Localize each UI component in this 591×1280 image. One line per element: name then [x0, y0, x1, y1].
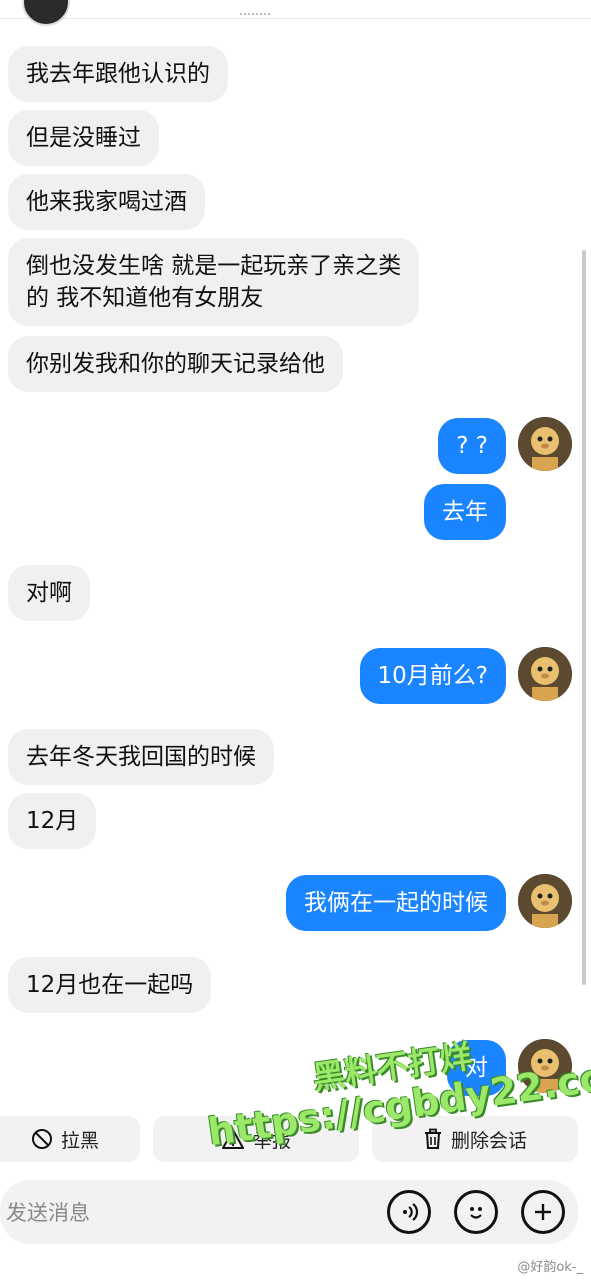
plus-icon — [535, 1204, 551, 1220]
my-avatar[interactable] — [518, 874, 572, 928]
message-incoming: 去年冬天我回国的时候 — [8, 729, 274, 785]
message-outgoing: 我俩在一起的时候 — [286, 875, 506, 931]
delete-label: 删除会话 — [450, 1129, 527, 1152]
message-outgoing: ? ? — [438, 418, 506, 474]
emoji-icon — [470, 1207, 482, 1219]
my-avatar[interactable] — [518, 417, 572, 471]
trash-icon — [424, 1128, 441, 1149]
emoji-button[interactable] — [454, 1190, 498, 1234]
plus-button[interactable] — [521, 1190, 565, 1234]
message-incoming: 但是没睡过 — [8, 110, 159, 166]
contact-avatar[interactable] — [22, 0, 70, 26]
chat-header — [0, 0, 591, 26]
message-incoming: 你别发我和你的聊天记录给他 — [8, 336, 343, 392]
message-incoming: 对啊 — [8, 565, 90, 621]
block-label: 拉黑 — [60, 1129, 99, 1152]
message-incoming: 12月 — [8, 793, 97, 849]
avatar-image — [518, 874, 572, 928]
avatar-image — [518, 647, 572, 701]
scrollbar[interactable] — [582, 250, 586, 985]
header-divider — [240, 13, 270, 18]
message-incoming: 倒也没发生啥 就是一起玩亲了亲之类 的 我不知道他有女朋友 — [8, 238, 420, 326]
block-icon — [31, 1129, 52, 1149]
voice-icon — [403, 1203, 419, 1221]
message-incoming: 我去年跟他认识的 — [8, 46, 228, 102]
message-incoming: 12月也在一起吗 — [8, 957, 212, 1013]
message-incoming: 他来我家喝过酒 — [8, 174, 205, 230]
credit-text: @好韵ok-_ — [517, 1260, 583, 1275]
message-composer — [0, 1180, 578, 1244]
message-outgoing: 10月前么? — [359, 648, 506, 704]
voice-button[interactable] — [387, 1190, 431, 1234]
message-outgoing: 去年 — [424, 484, 506, 540]
message-input[interactable] — [4, 1192, 368, 1234]
avatar-image — [518, 417, 572, 471]
my-avatar[interactable] — [518, 647, 572, 701]
block-button[interactable]: 拉黑 — [0, 1116, 140, 1162]
